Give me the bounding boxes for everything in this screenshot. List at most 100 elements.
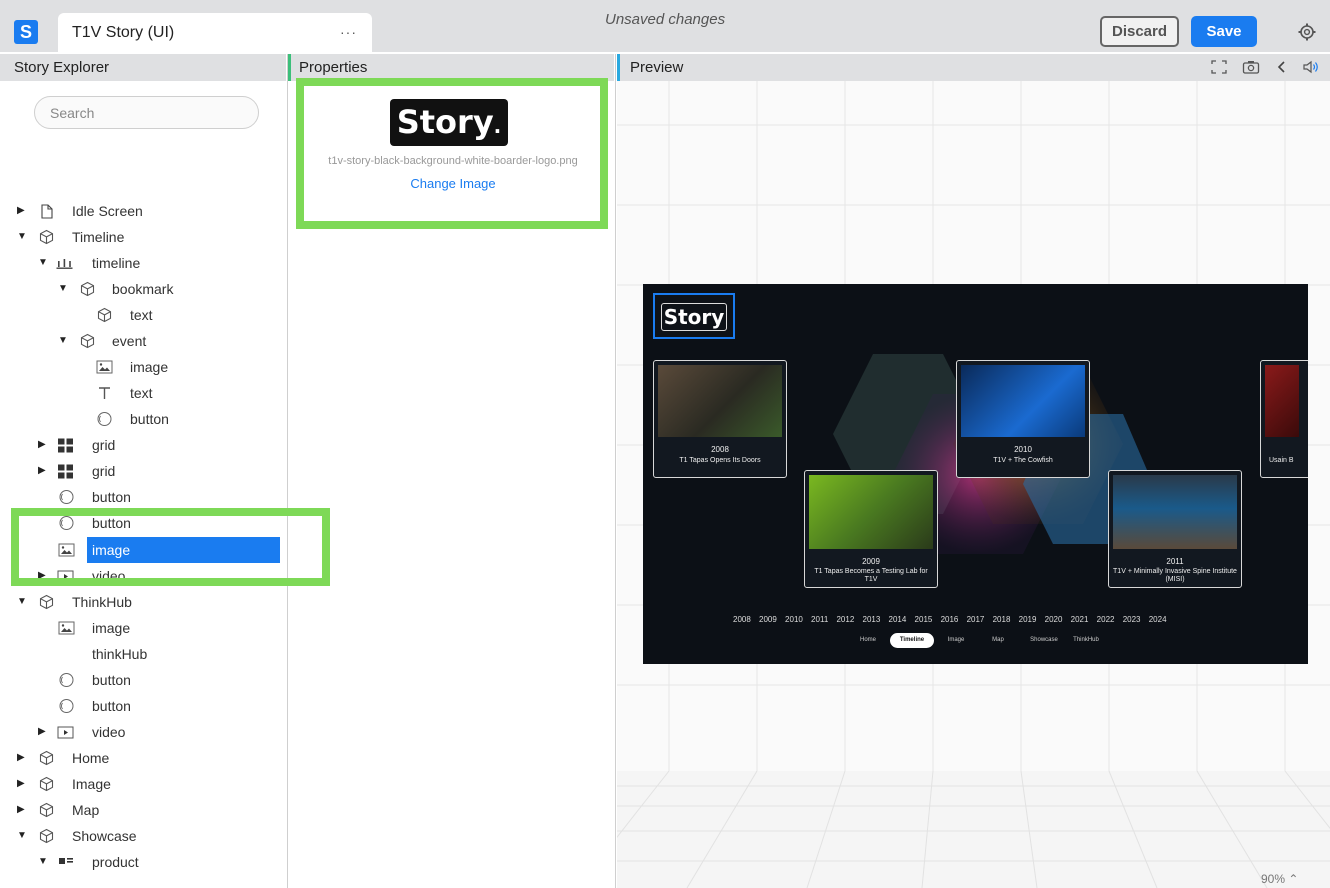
button-icon: [97, 412, 112, 426]
image-icon: [96, 360, 113, 374]
page-icon: [41, 204, 53, 219]
document-title: T1V Story (UI): [72, 24, 175, 41]
unsaved-status: Unsaved changes: [605, 11, 726, 28]
tree-item[interactable]: button: [0, 667, 286, 693]
expand-arrow-icon[interactable]: ▼: [58, 276, 68, 302]
tree-item-label: timeline: [92, 255, 141, 271]
tree-item[interactable]: ▼ Timeline: [0, 224, 286, 250]
tree-item-label: video: [92, 724, 126, 740]
tree-item[interactable]: ▶ Home: [0, 745, 286, 771]
tree-item[interactable]: ▼ bookmark: [0, 276, 286, 302]
cube-icon: [39, 594, 54, 610]
tree-item-label: image: [92, 542, 131, 558]
zoom-value: 90%: [1261, 872, 1286, 886]
tree-item-label: image: [92, 620, 131, 636]
collapse-arrow-icon[interactable]: ▶: [17, 198, 27, 224]
tree-item-label: text: [130, 307, 153, 323]
nav-timeline[interactable]: Timeline: [890, 633, 934, 648]
expand-arrow-icon[interactable]: ▼: [38, 849, 48, 875]
event-card[interactable]: 2009 T1 Tapas Becomes a Testing Lab for …: [804, 470, 938, 588]
collapse-arrow-icon[interactable]: ▶: [17, 771, 27, 797]
tree-item[interactable]: button: [0, 693, 286, 719]
tree-item-label: image: [130, 359, 169, 375]
tree-item-label: Timeline: [72, 229, 125, 245]
expand-arrow-icon[interactable]: ▼: [58, 328, 68, 354]
expand-arrow-icon[interactable]: ▼: [17, 589, 27, 615]
save-button[interactable]: Save: [1191, 16, 1257, 47]
tree-item[interactable]: thinkHub: [0, 641, 286, 667]
speaker-icon[interactable]: [1302, 59, 1320, 75]
nav-map[interactable]: Map: [983, 633, 1013, 648]
nav-image[interactable]: Image: [941, 633, 971, 648]
search-input[interactable]: [34, 96, 259, 129]
tree-item[interactable]: button: [0, 484, 286, 510]
fullscreen-icon[interactable]: [1210, 59, 1228, 75]
tree-item[interactable]: ▶ Map: [0, 797, 286, 823]
tree-item[interactable]: ▶ grid: [0, 458, 286, 484]
expand-arrow-icon[interactable]: ▼: [38, 250, 48, 276]
story-explorer-header: Story Explorer: [0, 54, 286, 81]
tree-item-label: bookmark: [112, 281, 174, 297]
tree-item-label: Home: [72, 750, 110, 766]
nav-showcase[interactable]: Showcase: [1025, 633, 1063, 648]
properties-header: Properties: [288, 54, 614, 81]
tree-item[interactable]: ▶ video: [0, 719, 286, 745]
settings-gear-icon[interactable]: [1297, 22, 1317, 42]
expand-arrow-icon[interactable]: ▼: [17, 823, 27, 849]
top-bar: S T1V Story (UI) ··· Unsaved changes Dis…: [0, 0, 1330, 52]
camera-icon[interactable]: [1242, 59, 1260, 75]
tree-item[interactable]: image: [0, 354, 286, 380]
cube-icon: [97, 307, 112, 323]
story-logo-selected[interactable]: Story: [653, 293, 735, 339]
tree-item-label: thinkHub: [92, 646, 148, 662]
tree-item-label: button: [92, 672, 131, 688]
collapse-arrow-icon[interactable]: ▶: [17, 797, 27, 823]
cube-icon: [39, 776, 54, 792]
panel-divider[interactable]: [615, 54, 616, 888]
tree-item-label: button: [92, 698, 131, 714]
tree-item[interactable]: button: [0, 406, 286, 432]
event-card[interactable]: 2010 T1V + The Cowfish: [956, 360, 1090, 478]
discard-button[interactable]: Discard: [1100, 16, 1179, 47]
tree-item[interactable]: ▼ ThinkHub: [0, 589, 286, 615]
tree-item[interactable]: ▼ Showcase: [0, 823, 286, 849]
collapse-arrow-icon[interactable]: ▶: [38, 432, 48, 458]
tree-item[interactable]: text: [0, 302, 286, 328]
tree-item[interactable]: ▼ event: [0, 328, 286, 354]
event-card[interactable]: 2011 T1V + Minimally Invasive Spine Inst…: [1108, 470, 1242, 588]
event-card[interactable]: Usain B: [1260, 360, 1308, 478]
nav-thinkhub[interactable]: ThinkHub: [1069, 633, 1103, 648]
tree-item[interactable]: image: [0, 615, 286, 641]
video-icon: [57, 726, 74, 739]
tree-item-label: Image: [72, 776, 111, 792]
collapse-arrow-icon[interactable]: ▶: [17, 745, 27, 771]
chevron-left-icon[interactable]: [1273, 59, 1291, 75]
tree-item-label: button: [130, 411, 169, 427]
more-options-button[interactable]: ···: [340, 24, 357, 40]
tree-item[interactable]: image: [0, 537, 286, 563]
tree-item[interactable]: ▶ grid: [0, 432, 286, 458]
tree-item-label: Map: [72, 802, 100, 818]
expand-arrow-icon[interactable]: ▼: [17, 224, 27, 250]
collapse-arrow-icon[interactable]: ▶: [38, 719, 48, 745]
event-image: [658, 365, 782, 437]
tree-item[interactable]: ▼ timeline: [0, 250, 286, 276]
collapse-arrow-icon[interactable]: ▶: [38, 458, 48, 484]
event-year: 2008: [711, 445, 729, 454]
nav-home[interactable]: Home: [853, 633, 883, 648]
tree-item[interactable]: text: [0, 380, 286, 406]
cube-icon: [39, 229, 54, 245]
panel-divider[interactable]: [287, 54, 288, 888]
event-card[interactable]: 2008 T1 Tapas Opens Its Doors: [653, 360, 787, 478]
text-icon: [99, 387, 110, 399]
timeline-icon: [56, 259, 73, 269]
tree-item[interactable]: ▼ product: [0, 849, 286, 875]
tree-item[interactable]: ▶ Idle Screen: [0, 198, 286, 224]
timeline-years[interactable]: 2008 2009 2010 2011 2012 2013 2014 2015 …: [733, 615, 1167, 624]
document-tab[interactable]: T1V Story (UI) ···: [58, 13, 372, 52]
tree-item-label: grid: [92, 463, 116, 479]
tree-item[interactable]: ▶ Image: [0, 771, 286, 797]
cube-icon: [80, 281, 95, 297]
zoom-level[interactable]: 90% ⌃: [1261, 872, 1298, 886]
event-image: [961, 365, 1085, 437]
